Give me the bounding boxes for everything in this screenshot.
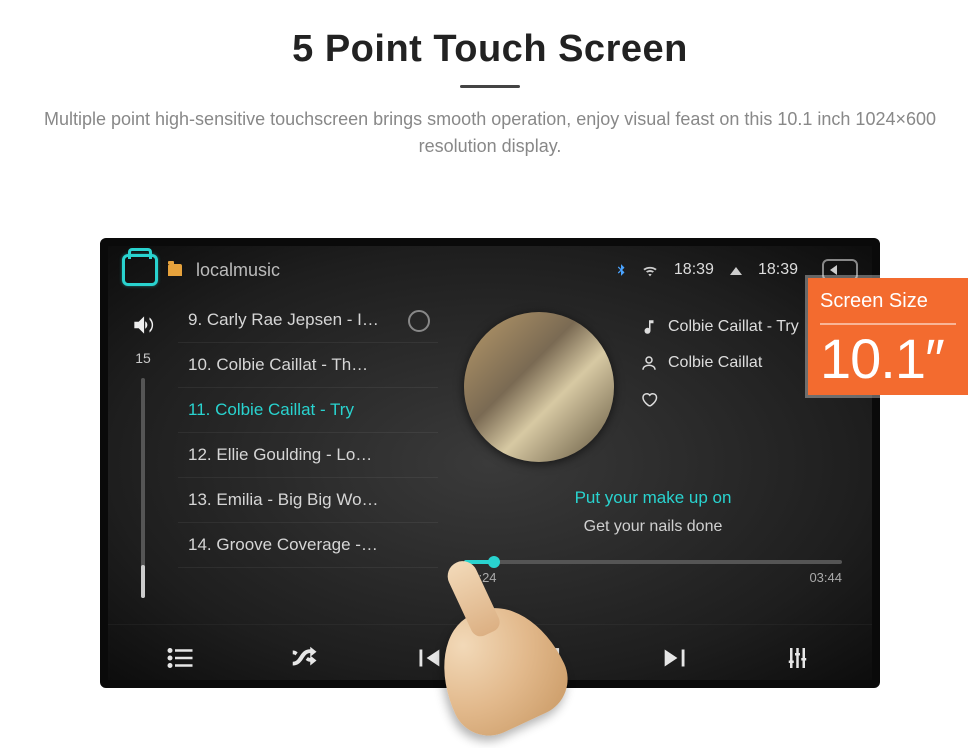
album-art <box>464 312 614 462</box>
shuffle-button[interactable] <box>264 628 344 688</box>
lyric-next: Get your nails done <box>464 518 842 536</box>
artist-name: Colbie Caillat <box>668 354 762 372</box>
song-row: Colbie Caillat - Try <box>640 318 799 336</box>
page-title: 5 Point Touch Screen <box>0 28 980 71</box>
playlist-item[interactable]: 14. Groove Coverage -… <box>178 523 438 568</box>
bluetooth-icon <box>614 263 628 277</box>
artist-row: Colbie Caillat <box>640 354 799 372</box>
clock-left: 18:39 <box>674 261 714 279</box>
badge-value: 10.1″ <box>820 331 956 387</box>
volume-slider[interactable] <box>141 378 145 598</box>
heart-icon[interactable] <box>640 390 658 408</box>
badge-label: Screen Size <box>820 290 956 313</box>
home-icon[interactable] <box>122 254 158 286</box>
volume-panel: 15 <box>108 294 178 624</box>
lyric-current: Put your make up on <box>464 488 842 508</box>
wifi-icon <box>642 263 656 277</box>
speaker-icon[interactable] <box>108 312 178 344</box>
playlist: 9. Carly Rae Jepsen - I… 10. Colbie Cail… <box>178 294 438 624</box>
status-bar: localmusic 18:39 18:39 <box>108 246 872 294</box>
folder-icon[interactable] <box>168 264 182 276</box>
list-button[interactable] <box>140 628 220 688</box>
time-total: 03:44 <box>809 570 842 585</box>
volume-value: 15 <box>108 350 178 366</box>
music-note-icon <box>640 318 658 336</box>
playlist-item[interactable]: 10. Colbie Caillat - Th… <box>178 343 438 388</box>
playlist-item[interactable]: 13. Emilia - Big Big Wo… <box>178 478 438 523</box>
playlist-item[interactable]: 9. Carly Rae Jepsen - I… <box>178 298 438 343</box>
screen-size-badge: Screen Size 10.1″ <box>808 278 968 395</box>
now-playing: Colbie Caillat - Try Colbie Caillat Put … <box>438 294 872 624</box>
next-button[interactable] <box>636 628 716 688</box>
title-underline <box>460 85 520 88</box>
page-subtitle: Multiple point high-sensitive touchscree… <box>0 106 980 160</box>
main-area: 15 9. Carly Rae Jepsen - I… 10. Colbie C… <box>108 294 872 624</box>
person-icon <box>640 354 658 372</box>
progress-slider[interactable] <box>464 560 842 564</box>
clock-right: 18:39 <box>758 261 798 279</box>
equalizer-button[interactable] <box>760 628 840 688</box>
playlist-item[interactable]: 12. Ellie Goulding - Lo… <box>178 433 438 478</box>
playlist-item-active[interactable]: 11. Colbie Caillat - Try <box>178 388 438 433</box>
chevron-up-icon[interactable] <box>730 267 742 275</box>
app-title: localmusic <box>196 260 280 281</box>
song-title: Colbie Caillat - Try <box>668 318 799 336</box>
